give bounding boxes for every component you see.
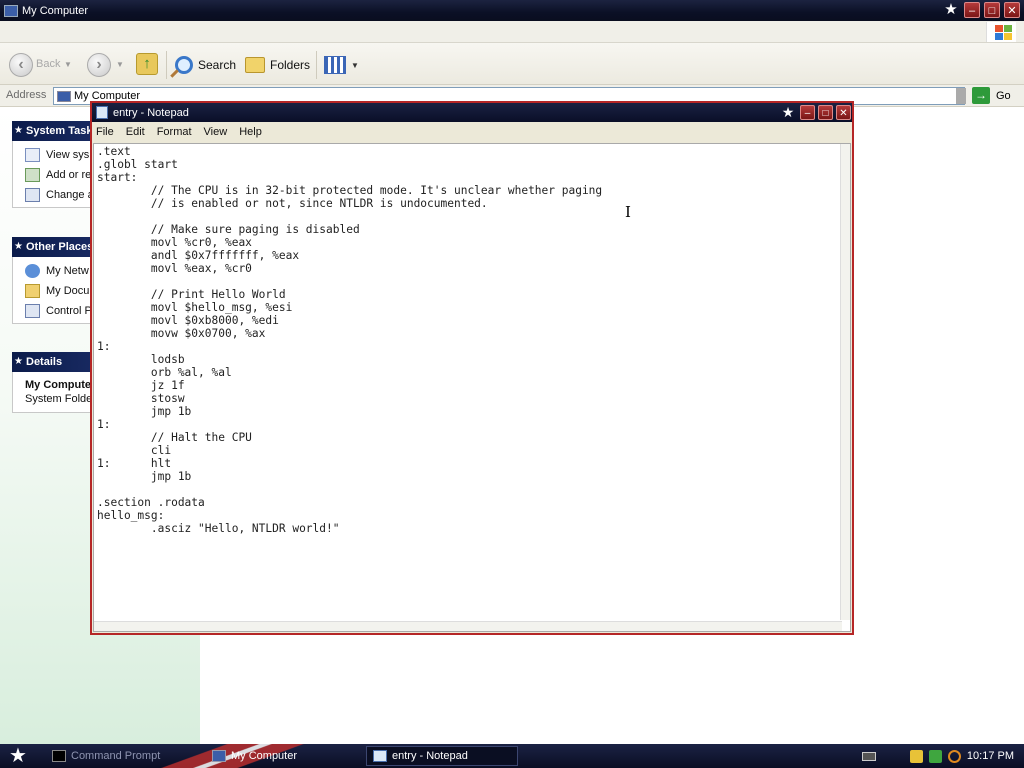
notepad-icon: [373, 750, 387, 762]
star-icon: ★: [781, 104, 795, 120]
maximize-button[interactable]: □: [818, 104, 833, 120]
back-button-label[interactable]: Back: [36, 58, 60, 70]
panel-link-label: Add or re: [46, 169, 92, 181]
notepad-icon: [96, 106, 108, 119]
search-icon[interactable]: [947, 749, 961, 763]
up-folder-icon[interactable]: ↑: [136, 53, 158, 75]
address-label: Address: [6, 89, 47, 101]
windows-logo-icon: [986, 22, 1016, 42]
notepad-title: entry - Notepad: [113, 106, 189, 119]
add-remove-icon: [25, 168, 40, 182]
vertical-scrollbar[interactable]: [840, 144, 850, 620]
views-button[interactable]: ▼: [324, 53, 359, 77]
taskbar-item-my-computer[interactable]: My Computer: [206, 746, 356, 766]
notepad-content[interactable]: .text .globl start start: // The CPU is …: [97, 145, 602, 535]
panel-link-label: Change a: [46, 189, 94, 201]
security-shield-icon[interactable]: [909, 749, 923, 763]
notepad-title-bar[interactable]: entry - Notepad ★ – □ ✕: [92, 103, 852, 122]
go-arrow-icon: →: [972, 87, 990, 104]
start-button[interactable]: ★: [4, 744, 32, 768]
taskbar-item-label: My Computer: [231, 750, 298, 762]
computer-icon: [212, 750, 226, 762]
forward-dropdown-icon[interactable]: ▼: [116, 60, 124, 69]
cmd-icon: [52, 750, 66, 762]
search-button[interactable]: Search: [175, 53, 236, 77]
notepad-window: entry - Notepad ★ – □ ✕ File Edit Format…: [90, 101, 854, 635]
menu-format[interactable]: Format: [157, 126, 192, 138]
control-panel-icon: [25, 188, 40, 202]
close-button[interactable]: ✕: [1004, 2, 1020, 18]
go-button[interactable]: → Go: [972, 87, 1011, 104]
notepad-text-area[interactable]: .text .globl start start: // The CPU is …: [93, 143, 851, 632]
forward-arrow-icon[interactable]: ›: [87, 53, 111, 77]
panel-link-label: My Docu: [46, 285, 90, 297]
taskbar: ★ Command Prompt My Computer entry - Not…: [0, 744, 1024, 768]
system-tray: 10:17 PM: [909, 744, 1024, 768]
network-status-icon[interactable]: [928, 749, 942, 763]
system-info-icon: [25, 148, 40, 162]
explorer-title: My Computer: [22, 4, 89, 17]
panel-link-label: View sys: [46, 149, 90, 161]
folders-button[interactable]: Folders: [245, 53, 310, 77]
back-arrow-icon[interactable]: ‹: [9, 53, 33, 77]
menu-help[interactable]: Help: [239, 126, 262, 138]
minimize-button[interactable]: –: [964, 2, 980, 18]
control-panel-icon: [25, 304, 40, 318]
horizontal-scrollbar[interactable]: [94, 621, 842, 631]
text-cursor-icon: I: [625, 203, 631, 221]
views-icon: [324, 56, 346, 74]
explorer-toolbar: ‹ Back ▼ › ▼ ↑ Search Folders ▼: [0, 43, 1024, 85]
back-dropdown-icon[interactable]: ▼: [64, 60, 72, 69]
panel-link-label: Control P: [46, 305, 92, 317]
menu-file[interactable]: File: [96, 126, 114, 138]
folders-icon: [245, 57, 265, 73]
panel-link-label: My Netw: [46, 265, 89, 277]
keyboard-icon[interactable]: [862, 752, 876, 761]
search-icon: [175, 56, 193, 74]
taskbar-item-label: Command Prompt: [71, 750, 161, 762]
taskbar-item-notepad[interactable]: entry - Notepad: [366, 746, 518, 766]
menu-view[interactable]: View: [204, 126, 228, 138]
close-button[interactable]: ✕: [836, 104, 851, 120]
network-icon: [25, 264, 40, 278]
minimize-button[interactable]: –: [800, 104, 815, 120]
computer-icon: [4, 4, 18, 17]
clock[interactable]: 10:17 PM: [967, 750, 1014, 762]
documents-folder-icon: [25, 284, 40, 298]
taskbar-item-label: entry - Notepad: [392, 750, 468, 762]
explorer-menu-bar: [0, 21, 1024, 43]
menu-edit[interactable]: Edit: [126, 126, 145, 138]
maximize-button[interactable]: □: [984, 2, 1000, 18]
star-icon: ★: [944, 1, 958, 18]
address-dropdown-icon[interactable]: [956, 88, 966, 104]
toolbar-separator: [166, 51, 167, 79]
toolbar-separator: [316, 51, 317, 79]
go-button-label: Go: [996, 89, 1011, 102]
notepad-menu-bar: File Edit Format View Help: [92, 122, 852, 142]
taskbar-item-command-prompt[interactable]: Command Prompt: [46, 746, 196, 766]
computer-icon: [57, 90, 71, 102]
folders-button-label: Folders: [270, 58, 311, 72]
views-dropdown-icon: ▼: [351, 60, 359, 70]
explorer-title-bar[interactable]: My Computer ★ – □ ✕: [0, 0, 1024, 21]
search-button-label: Search: [198, 58, 237, 72]
